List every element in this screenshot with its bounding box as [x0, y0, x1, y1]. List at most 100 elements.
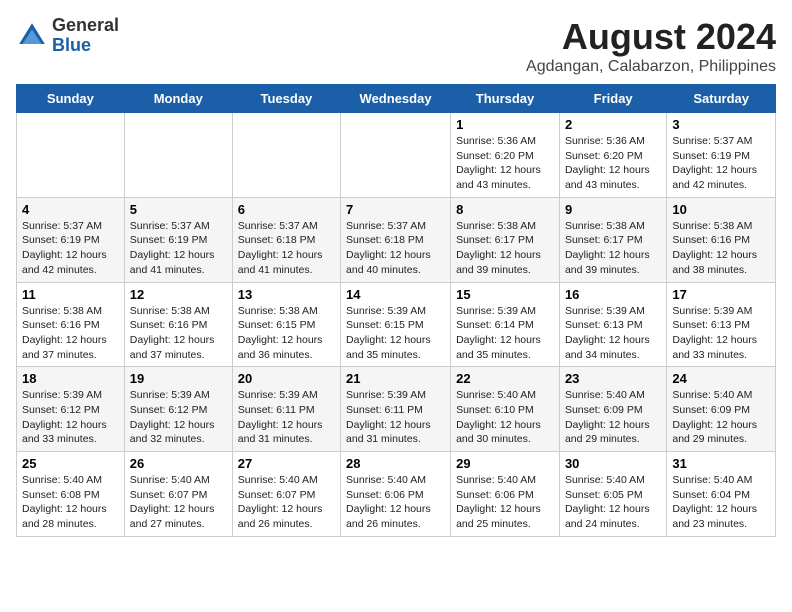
calendar-table: SundayMondayTuesdayWednesdayThursdayFrid… — [16, 84, 776, 537]
calendar-cell: 8Sunrise: 5:38 AM Sunset: 6:17 PM Daylig… — [451, 197, 560, 282]
day-info: Sunrise: 5:39 AM Sunset: 6:11 PM Dayligh… — [346, 388, 445, 447]
calendar-cell: 29 Sunrise: 5:40 AM Sunset: 6:06 PM Dayli… — [451, 452, 560, 537]
day-number: 30 — [565, 456, 661, 471]
day-number: 15 — [456, 287, 554, 302]
day-info: Sunrise: 5:37 AM Sunset: 6:19 PM Dayligh… — [672, 134, 770, 193]
day-number: 23 — [565, 371, 661, 386]
day-number: 1 — [456, 117, 554, 132]
day-number: 27 — [238, 456, 335, 471]
day-info: Sunrise: 5:37 AM Sunset: 6:19 PM Dayligh… — [130, 219, 227, 278]
day-info: Sunrise: 5:37 AM Sunset: 6:18 PM Dayligh… — [346, 219, 445, 278]
day-number: 14 — [346, 287, 445, 302]
weekday-header-monday: Monday — [124, 85, 232, 113]
calendar-cell: 2Sunrise: 5:36 AM Sunset: 6:20 PM Daylig… — [559, 113, 666, 198]
day-number: 13 — [238, 287, 335, 302]
day-info: Sunrise: 5:40 AM Sunset: 6:07 PM Dayligh… — [238, 473, 335, 532]
logo: General Blue — [16, 16, 119, 56]
calendar-week-row: 11 Sunrise: 5:38 AM Sunset: 6:16 PM Dayli… — [17, 282, 776, 367]
calendar-cell: 17 Sunrise: 5:39 AM Sunset: 6:13 PM Dayli… — [667, 282, 776, 367]
calendar-week-row: 1 Sunrise: 5:36 AM Sunset: 6:20 PM Daylig… — [17, 113, 776, 198]
logo-text: General Blue — [52, 16, 119, 56]
calendar-cell: 19Sunrise: 5:39 AM Sunset: 6:12 PM Dayli… — [124, 367, 232, 452]
day-info: Sunrise: 5:39 AM Sunset: 6:12 PM Dayligh… — [22, 388, 119, 447]
day-info: Sunrise: 5:39 AM Sunset: 6:14 PM Dayligh… — [456, 304, 554, 363]
calendar-cell: 11 Sunrise: 5:38 AM Sunset: 6:16 PM Dayli… — [17, 282, 125, 367]
sub-title: Agdangan, Calabarzon, Philippines — [526, 58, 776, 76]
day-info: Sunrise: 5:38 AM Sunset: 6:17 PM Dayligh… — [565, 219, 661, 278]
day-info: Sunrise: 5:40 AM Sunset: 6:06 PM Dayligh… — [456, 473, 554, 532]
day-info: Sunrise: 5:39 AM Sunset: 6:13 PM Dayligh… — [672, 304, 770, 363]
day-info: Sunrise: 5:40 AM Sunset: 6:09 PM Dayligh… — [672, 388, 770, 447]
day-number: 31 — [672, 456, 770, 471]
day-info: Sunrise: 5:40 AM Sunset: 6:07 PM Dayligh… — [130, 473, 227, 532]
weekday-header-sunday: Sunday — [17, 85, 125, 113]
day-info: Sunrise: 5:36 AM Sunset: 6:20 PM Dayligh… — [456, 134, 554, 193]
day-info: Sunrise: 5:38 AM Sunset: 6:16 PM Dayligh… — [130, 304, 227, 363]
day-info: Sunrise: 5:39 AM Sunset: 6:15 PM Dayligh… — [346, 304, 445, 363]
day-info: Sunrise: 5:36 AM Sunset: 6:20 PM Dayligh… — [565, 134, 661, 193]
calendar-cell: 6Sunrise: 5:37 AM Sunset: 6:18 PM Daylig… — [232, 197, 340, 282]
calendar-cell: 18 Sunrise: 5:39 AM Sunset: 6:12 PM Dayli… — [17, 367, 125, 452]
calendar-cell: 3 Sunrise: 5:37 AM Sunset: 6:19 PM Daylig… — [667, 113, 776, 198]
day-number: 18 — [22, 371, 119, 386]
calendar-cell: 1 Sunrise: 5:36 AM Sunset: 6:20 PM Daylig… — [451, 113, 560, 198]
day-number: 26 — [130, 456, 227, 471]
day-number: 28 — [346, 456, 445, 471]
day-number: 20 — [238, 371, 335, 386]
day-info: Sunrise: 5:39 AM Sunset: 6:11 PM Dayligh… — [238, 388, 335, 447]
calendar-week-row: 18 Sunrise: 5:39 AM Sunset: 6:12 PM Dayli… — [17, 367, 776, 452]
calendar-cell — [17, 113, 125, 198]
day-number: 3 — [672, 117, 770, 132]
weekday-header-friday: Friday — [559, 85, 666, 113]
calendar-cell: 20 Sunrise: 5:39 AM Sunset: 6:11 PM Dayli… — [232, 367, 340, 452]
day-info: Sunrise: 5:39 AM Sunset: 6:13 PM Dayligh… — [565, 304, 661, 363]
calendar-cell — [341, 113, 451, 198]
calendar-week-row: 4 Sunrise: 5:37 AM Sunset: 6:19 PM Daylig… — [17, 197, 776, 282]
day-number: 6 — [238, 202, 335, 217]
weekday-header-wednesday: Wednesday — [341, 85, 451, 113]
calendar-cell: 22 Sunrise: 5:40 AM Sunset: 6:10 PM Dayli… — [451, 367, 560, 452]
calendar-week-row: 25Sunrise: 5:40 AM Sunset: 6:08 PM Dayli… — [17, 452, 776, 537]
day-number: 12 — [130, 287, 227, 302]
day-number: 21 — [346, 371, 445, 386]
day-info: Sunrise: 5:40 AM Sunset: 6:10 PM Dayligh… — [456, 388, 554, 447]
calendar-cell: 14 Sunrise: 5:39 AM Sunset: 6:15 PM Dayli… — [341, 282, 451, 367]
day-info: Sunrise: 5:38 AM Sunset: 6:15 PM Dayligh… — [238, 304, 335, 363]
day-number: 5 — [130, 202, 227, 217]
logo-icon — [16, 20, 48, 52]
day-number: 8 — [456, 202, 554, 217]
day-number: 4 — [22, 202, 119, 217]
calendar-cell: 31 Sunrise: 5:40 AM Sunset: 6:04 PM Dayli… — [667, 452, 776, 537]
calendar-cell: 27 Sunrise: 5:40 AM Sunset: 6:07 PM Dayli… — [232, 452, 340, 537]
calendar-cell: 12 Sunrise: 5:38 AM Sunset: 6:16 PM Dayli… — [124, 282, 232, 367]
calendar-cell — [232, 113, 340, 198]
day-info: Sunrise: 5:38 AM Sunset: 6:16 PM Dayligh… — [22, 304, 119, 363]
day-info: Sunrise: 5:38 AM Sunset: 6:16 PM Dayligh… — [672, 219, 770, 278]
day-info: Sunrise: 5:40 AM Sunset: 6:05 PM Dayligh… — [565, 473, 661, 532]
calendar-header-row: SundayMondayTuesdayWednesdayThursdayFrid… — [17, 85, 776, 113]
calendar-cell: 21 Sunrise: 5:39 AM Sunset: 6:11 PM Dayli… — [341, 367, 451, 452]
title-area: August 2024 Agdangan, Calabarzon, Philip… — [526, 16, 776, 76]
calendar-cell: 9Sunrise: 5:38 AM Sunset: 6:17 PM Daylig… — [559, 197, 666, 282]
calendar-cell: 23 Sunrise: 5:40 AM Sunset: 6:09 PM Dayli… — [559, 367, 666, 452]
day-number: 11 — [22, 287, 119, 302]
day-number: 29 — [456, 456, 554, 471]
weekday-header-thursday: Thursday — [451, 85, 560, 113]
calendar-cell: 28Sunrise: 5:40 AM Sunset: 6:06 PM Dayli… — [341, 452, 451, 537]
day-number: 24 — [672, 371, 770, 386]
weekday-header-tuesday: Tuesday — [232, 85, 340, 113]
calendar-cell: 16Sunrise: 5:39 AM Sunset: 6:13 PM Dayli… — [559, 282, 666, 367]
day-number: 22 — [456, 371, 554, 386]
calendar-cell: 4 Sunrise: 5:37 AM Sunset: 6:19 PM Daylig… — [17, 197, 125, 282]
calendar-cell: 10Sunrise: 5:38 AM Sunset: 6:16 PM Dayli… — [667, 197, 776, 282]
day-info: Sunrise: 5:40 AM Sunset: 6:04 PM Dayligh… — [672, 473, 770, 532]
day-number: 7 — [346, 202, 445, 217]
calendar-cell: 25Sunrise: 5:40 AM Sunset: 6:08 PM Dayli… — [17, 452, 125, 537]
calendar-cell — [124, 113, 232, 198]
weekday-header-saturday: Saturday — [667, 85, 776, 113]
day-number: 25 — [22, 456, 119, 471]
day-number: 17 — [672, 287, 770, 302]
day-info: Sunrise: 5:40 AM Sunset: 6:09 PM Dayligh… — [565, 388, 661, 447]
day-info: Sunrise: 5:37 AM Sunset: 6:19 PM Dayligh… — [22, 219, 119, 278]
day-number: 19 — [130, 371, 227, 386]
